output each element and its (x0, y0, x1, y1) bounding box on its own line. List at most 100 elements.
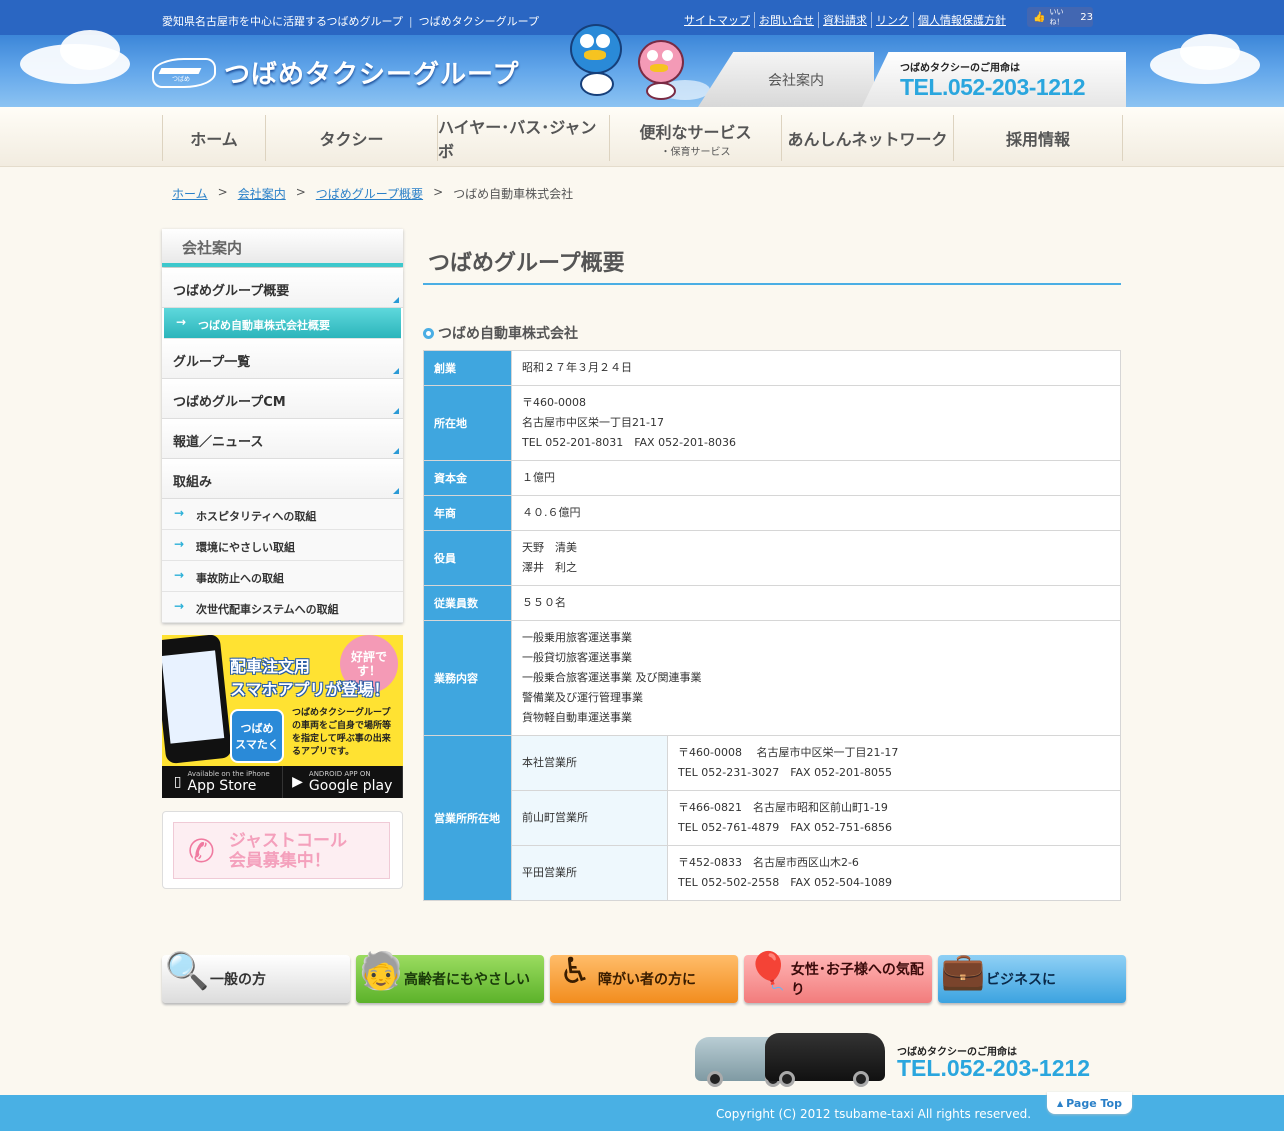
company-info-tab[interactable]: 会社案内 (698, 52, 874, 107)
nav-recruitment[interactable]: 採用情報 (953, 115, 1123, 161)
nav-label: あんしんネットワーク (787, 130, 948, 149)
row-label: 営業所所在地 (423, 735, 512, 901)
page-top-button[interactable]: ▲ Page Top (1047, 1092, 1132, 1114)
request-materials-link[interactable]: 資料請求 (818, 12, 871, 28)
site-logo[interactable]: つばめ つばめタクシーグループ (152, 54, 519, 91)
header-tagline: 愛知県名古屋市を中心に活躍するつばめグループ | つばめタクシーグループ (162, 15, 539, 28)
office-tel: TEL 052-502-2558 FAX 052-504-1089 (678, 876, 893, 889)
business-item: 一般乗合旅客運送事業 及び関連事業 (522, 671, 702, 684)
office-name: 平田営業所 (511, 845, 668, 901)
links-link[interactable]: リンク (871, 12, 913, 28)
blue-bird-mascot-icon (562, 20, 632, 100)
office-details: 〒460-0008 名古屋市中区栄一丁目21-17 TEL 052-231-30… (667, 735, 1121, 791)
pink-bird-mascot-icon (632, 36, 692, 102)
swallow-logo-icon: つばめ (152, 57, 216, 88)
breadcrumb-separator: > (433, 185, 444, 199)
arrow-right-icon: → (174, 599, 185, 613)
sidebar-subitem-accident-prevention[interactable]: → 事故防止への取組 (162, 561, 403, 592)
office-name: 前山町営業所 (511, 790, 668, 846)
store-label: App Store (187, 778, 257, 794)
business-item: 一般貸切旅客運送事業 (522, 651, 632, 664)
row-label: 役員 (423, 530, 512, 586)
taxi-car-icon (765, 1033, 885, 1087)
sidebar-item-news[interactable]: 報道／ニュース (162, 419, 403, 459)
office-tel: TEL 052-231-3027 FAX 052-201-8055 (678, 766, 893, 779)
app-store-button[interactable]: ▯ Available on the iPhone App Store (162, 766, 283, 798)
women-children-button[interactable]: 🎈 女性･お子様への気配り (744, 951, 932, 1003)
google-play-button[interactable]: ▶ ANDROID APP ON Google play (283, 766, 403, 798)
app-description: つばめタクシーグループの車両をご自身で場所等を指定して呼ぶ事の出来るアプリです。 (292, 708, 392, 757)
smartphone-app-banner[interactable]: 好評です！ 配車注文用 スマホアプリが登場！ つばめ スマたく つばめタクシーグ… (162, 635, 403, 798)
sidebar-item-initiatives[interactable]: 取組み (162, 459, 403, 499)
button-label: 女性･お子様への気配り (790, 962, 924, 998)
table-row: 資本金 １億円 (423, 460, 1121, 496)
logo-mark-text: つばめ (172, 75, 191, 83)
sidebar-subitem-label: つばめ自動車株式会社概要 (198, 319, 330, 332)
row-label: 所在地 (423, 385, 512, 461)
sitemap-link[interactable]: サイトマップ (680, 12, 754, 28)
general-users-button[interactable]: 🔍 一般の方 (162, 951, 350, 1003)
thumbs-up-icon: 👍 (1033, 11, 1046, 23)
button-label: ビジネスに (986, 972, 1056, 988)
table-row: 年商 ４０.６億円 (423, 495, 1121, 531)
office-details: 〒452-0833 名古屋市西区山木2-6 TEL 052-502-2558 F… (667, 845, 1121, 901)
breadcrumb-home[interactable]: ホーム (172, 185, 208, 202)
table-row: 従業員数 ５５０名 (423, 585, 1121, 621)
nav-services[interactable]: 便利なサービス ・保育サービス (609, 115, 781, 161)
nav-anshin-network[interactable]: あんしんネットワーク (781, 115, 953, 161)
play-triangle-icon: ▶ (292, 774, 303, 790)
breadcrumb-group-overview[interactable]: つばめグループ概要 (316, 185, 423, 202)
office-name: 本社営業所 (511, 735, 668, 791)
company-info-table: 創業 昭和２７年３月２４日 所在地 〒460-0008 名古屋市中区栄一丁目21… (423, 350, 1121, 901)
sidebar-subitem-dispatch-system[interactable]: → 次世代配車システムへの取組 (162, 592, 403, 623)
sidebar-item-group-cm[interactable]: つばめグループCM (162, 379, 403, 419)
copyright-text: Copyright (C) 2012 tsubame-taxi All righ… (716, 1107, 1032, 1121)
footer-phone-area: つばめタクシーのご用命は TEL.052-203-1212 (695, 1027, 1115, 1089)
justcall-line: ジャストコール (228, 830, 347, 851)
store-badges: ▯ Available on the iPhone App Store ▶ ANDRO… (162, 766, 403, 798)
table-row: 役員 天野 清美 澤井 利之 (423, 530, 1121, 586)
nav-hire-bus-jumbo[interactable]: ハイヤー･バス･ジャンボ (437, 115, 609, 161)
table-row: 業務内容 一般乗用旅客運送事業 一般貸切旅客運送事業 一般乗合旅客運送事業 及び… (423, 620, 1121, 736)
row-label: 年商 (423, 495, 512, 531)
just-call-banner[interactable]: ✆ ジャストコール 会員募集中！ (162, 811, 403, 889)
page-title: つばめグループ概要 (428, 251, 625, 276)
footer-tel-number: TEL.052-203-1212 (897, 1055, 1091, 1081)
privacy-policy-link[interactable]: 個人情報保護方針 (913, 12, 1010, 28)
office-details: 〒466-0821 名古屋市昭和区前山町1-19 TEL 052-761-487… (667, 790, 1121, 846)
contact-link[interactable]: お問い合せ (754, 12, 818, 28)
nav-home[interactable]: ホーム (162, 115, 265, 161)
magnifier-icon: 🔍 (164, 951, 210, 992)
button-label: 一般の方 (210, 972, 266, 988)
address-zip: 〒460-0008 (522, 396, 586, 409)
disabled-users-button[interactable]: ♿ 障がい者の方に (550, 951, 738, 1003)
officer-name: 天野 清美 (522, 541, 577, 554)
business-button[interactable]: 💼 ビジネスに (938, 951, 1126, 1003)
breadcrumb-company[interactable]: 会社案内 (238, 185, 286, 202)
sidebar-subitem-label: ホスピタリティへの取組 (196, 510, 317, 523)
logo-text: つばめタクシーグループ (224, 60, 520, 90)
officer-name: 澤井 利之 (522, 561, 577, 574)
arrow-right-icon: → (176, 315, 187, 329)
breadcrumb: ホーム > 会社案内 > つばめグループ概要 > つばめ自動車株式会社 (172, 185, 573, 202)
elderly-button[interactable]: 🧓 高齢者にもやさしい (356, 951, 544, 1003)
address-line: 名古屋市中区栄一丁目21-17 (522, 416, 664, 429)
breadcrumb-separator: > (217, 185, 228, 199)
button-label: 障がい者の方に (598, 972, 696, 988)
caret-up-icon: ▲ (1057, 1098, 1064, 1108)
sidebar-subitem-environment[interactable]: → 環境にやさしい取組 (162, 530, 403, 561)
sidebar-item-group-list[interactable]: グループ一覧 (162, 339, 403, 379)
circle-bullet-icon (423, 327, 434, 339)
smartphone-icon (162, 635, 233, 765)
section-title-text: つばめ自動車株式会社 (438, 326, 578, 342)
sidebar-subitem-company-overview[interactable]: → つばめ自動車株式会社概要 (164, 308, 401, 339)
nav-taxi[interactable]: タクシー (265, 115, 437, 161)
table-row: 創業 昭和２７年３月２４日 (423, 350, 1121, 386)
briefcase-icon: 💼 (940, 951, 986, 992)
nav-sublabel: ・保育サービス (660, 146, 731, 158)
sidebar-subitem-hospitality[interactable]: → ホスピタリティへの取組 (162, 499, 403, 530)
row-label: 創業 (423, 350, 512, 386)
sidebar-item-group-overview[interactable]: つばめグループ概要 (162, 268, 403, 308)
facebook-like-button[interactable]: 👍 いいね！ 23 (1027, 7, 1093, 27)
fb-like-count: 23 (1080, 11, 1093, 23)
